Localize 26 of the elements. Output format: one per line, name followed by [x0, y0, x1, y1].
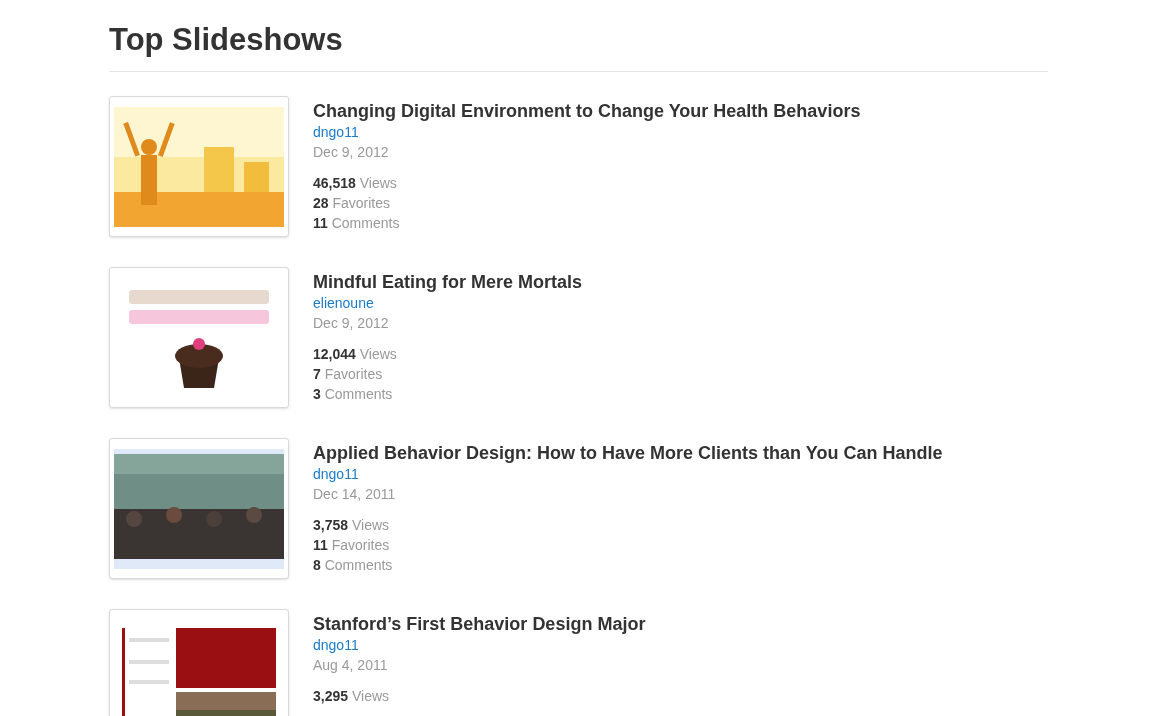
slideshow-thumbnail[interactable]: [109, 438, 289, 579]
upload-date: Aug 4, 2011: [313, 656, 389, 675]
stat-line: 8 Comments: [313, 556, 394, 575]
upload-date: Dec 9, 2012: [313, 143, 390, 162]
stat-line: 3 Comments: [313, 385, 394, 404]
stat-line: 7 Favorites: [313, 365, 384, 384]
upload-date: Dec 14, 2011: [313, 485, 397, 504]
slideshow-title[interactable]: Mindful Eating for Mere Mortals: [313, 270, 582, 294]
slideshow-title[interactable]: Changing Digital Environment to Change Your Health Behaviors: [313, 99, 861, 123]
stat-line: 28 Favorites: [313, 194, 392, 213]
author-link[interactable]: dngo11: [313, 636, 646, 654]
slideshow-thumbnail[interactable]: [109, 267, 289, 408]
page-heading: Top Slideshows: [109, 22, 344, 58]
author-link[interactable]: dngo11: [313, 123, 861, 141]
author-link[interactable]: elienoune: [313, 294, 582, 312]
slideshow-title[interactable]: Stanford’s First Behavior Design Major: [313, 612, 646, 636]
stat-line: 11 Favorites: [313, 536, 391, 555]
slideshow-thumbnail[interactable]: [109, 96, 289, 237]
stat-line: 3,758 Views: [313, 516, 391, 535]
stat-line: 11 Comments: [313, 214, 401, 233]
upload-date: Dec 9, 2012: [313, 314, 390, 333]
stat-line: 46,518 Views: [313, 174, 398, 193]
author-link[interactable]: dngo11: [313, 465, 943, 483]
stat-line: 12,044 Views: [313, 345, 398, 364]
stat-line: 3,295 Views: [313, 687, 391, 706]
slideshow-title[interactable]: Applied Behavior Design: How to Have More Clients than You Can Handle: [313, 441, 943, 465]
